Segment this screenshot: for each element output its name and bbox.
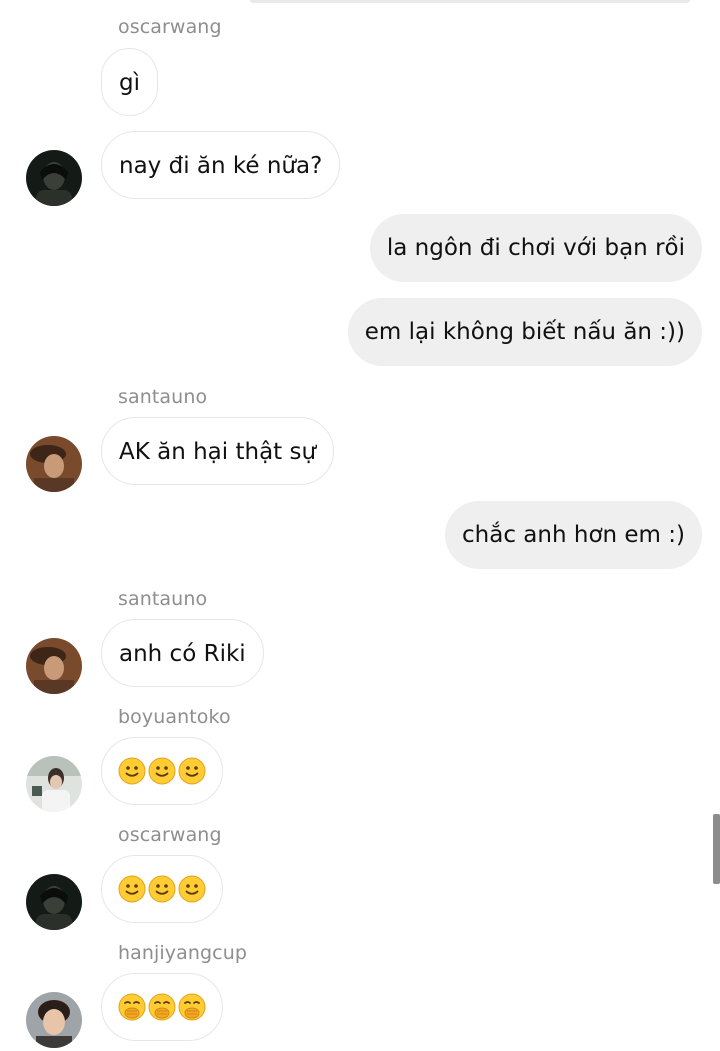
emoji-group bbox=[118, 974, 206, 1040]
scrollbar-thumb[interactable] bbox=[713, 814, 720, 884]
avatar-image bbox=[26, 992, 82, 1048]
sender-name: santauno bbox=[118, 588, 208, 610]
avatar-hanjiyangcup[interactable] bbox=[26, 992, 82, 1048]
sender-name: santauno bbox=[118, 386, 208, 408]
face-with-hand-over-mouth-icon bbox=[148, 993, 176, 1021]
sender-name: oscarwang bbox=[118, 16, 222, 38]
avatar-image bbox=[26, 436, 82, 492]
outgoing-message-bubble[interactable]: em lại không biết nấu ăn :)) bbox=[347, 298, 702, 366]
slightly-smiling-face-icon bbox=[178, 757, 206, 785]
slightly-smiling-face-icon bbox=[178, 875, 206, 903]
sender-name: oscarwang bbox=[118, 824, 222, 846]
avatar-image bbox=[26, 756, 82, 812]
incoming-message-bubble[interactable]: anh có Riki bbox=[101, 619, 264, 687]
avatar-santauno[interactable] bbox=[26, 638, 82, 694]
slightly-smiling-face-icon bbox=[148, 757, 176, 785]
emoji-group bbox=[118, 856, 206, 922]
avatar-santauno[interactable] bbox=[26, 436, 82, 492]
face-with-hand-over-mouth-icon bbox=[178, 993, 206, 1021]
outgoing-message-bubble[interactable]: la ngôn đi chơi với bạn rồi bbox=[369, 214, 702, 282]
incoming-message-bubble[interactable]: gì bbox=[101, 48, 158, 116]
avatar-image bbox=[26, 150, 82, 206]
avatar-image bbox=[26, 874, 82, 930]
face-with-hand-over-mouth-icon bbox=[118, 993, 146, 1021]
incoming-message-bubble[interactable]: nay đi ăn ké nữa? bbox=[101, 131, 341, 199]
emoji-group bbox=[118, 738, 206, 804]
avatar-oscarwang[interactable] bbox=[26, 874, 82, 930]
previous-message-edge bbox=[250, 0, 690, 3]
avatar-image bbox=[26, 638, 82, 694]
avatar-oscarwang[interactable] bbox=[26, 150, 82, 206]
incoming-emoji-bubble[interactable] bbox=[101, 737, 223, 805]
avatar-boyuantoko[interactable] bbox=[26, 756, 82, 812]
sender-name: boyuantoko bbox=[118, 706, 231, 728]
incoming-emoji-bubble[interactable] bbox=[101, 855, 223, 923]
incoming-emoji-bubble[interactable] bbox=[101, 973, 223, 1041]
sender-name: hanjiyangcup bbox=[118, 942, 248, 964]
outgoing-message-bubble[interactable]: chắc anh hơn em :) bbox=[445, 501, 702, 569]
slightly-smiling-face-icon bbox=[148, 875, 176, 903]
slightly-smiling-face-icon bbox=[118, 875, 146, 903]
incoming-message-bubble[interactable]: AK ăn hại thật sự bbox=[101, 417, 335, 485]
slightly-smiling-face-icon bbox=[118, 757, 146, 785]
